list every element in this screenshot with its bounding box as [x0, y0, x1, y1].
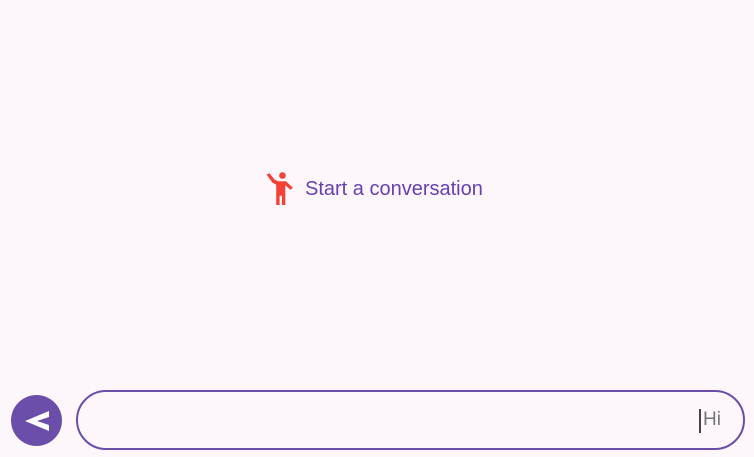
message-input[interactable]: [100, 404, 721, 436]
message-input-container[interactable]: [76, 390, 745, 450]
send-button[interactable]: [11, 395, 62, 446]
person-waving-icon: [266, 172, 293, 205]
empty-state: Start a conversation: [265, 171, 483, 207]
text-caret: [699, 409, 701, 433]
empty-state-text: Start a conversation: [305, 178, 483, 200]
send-arrow-icon: [24, 410, 49, 431]
